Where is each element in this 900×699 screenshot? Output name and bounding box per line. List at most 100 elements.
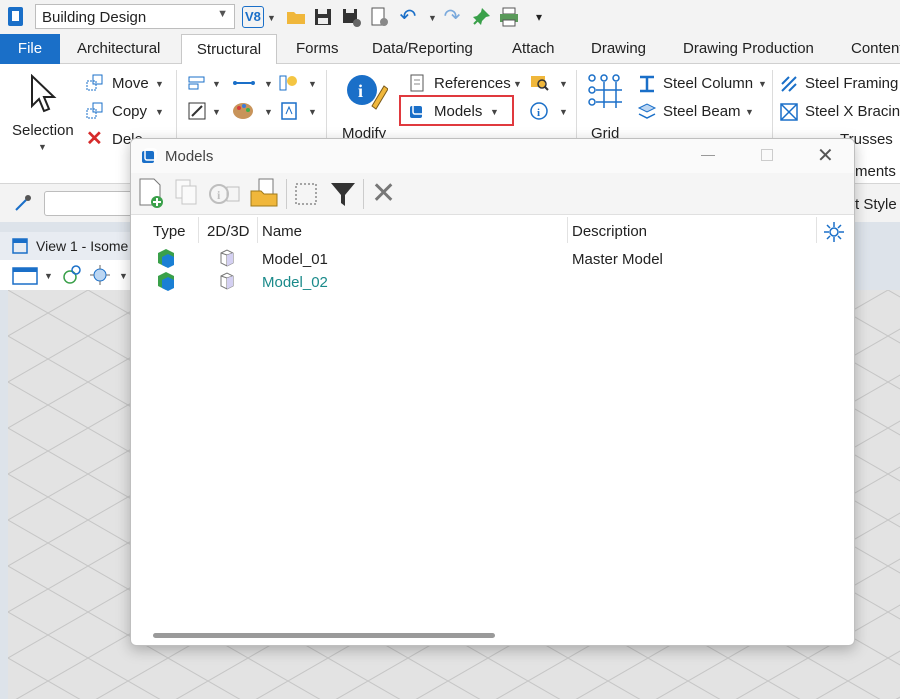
tab-structural[interactable]: Structural bbox=[181, 34, 277, 65]
steel-x-bracing-icon bbox=[779, 102, 798, 121]
chevron-down-icon[interactable]: ▼ bbox=[758, 79, 767, 89]
column-header-2d3d[interactable]: 2D/3D bbox=[207, 223, 250, 240]
eyedropper-icon[interactable] bbox=[12, 192, 34, 214]
column-separator bbox=[567, 217, 568, 243]
chevron-down-icon[interactable]: ▼ bbox=[212, 107, 221, 117]
line-measure-icon[interactable] bbox=[232, 74, 255, 92]
column-header-description[interactable]: Description bbox=[572, 223, 647, 240]
tab-architectural[interactable]: Architectural bbox=[71, 34, 166, 64]
select-all-icon[interactable] bbox=[293, 181, 319, 207]
steel-beam-button[interactable]: Steel Beam bbox=[663, 103, 741, 120]
model-properties-icon[interactable]: i bbox=[209, 181, 241, 207]
tab-data-reporting[interactable]: Data/Reporting bbox=[366, 34, 479, 64]
chevron-down-icon[interactable]: ▼ bbox=[44, 271, 53, 281]
import-model-icon[interactable] bbox=[249, 177, 281, 209]
filter-icon[interactable] bbox=[329, 179, 357, 209]
tool-input-field[interactable] bbox=[44, 191, 144, 216]
chevron-down-icon[interactable]: ▼ bbox=[119, 271, 128, 281]
delete-model-icon[interactable]: ✕ bbox=[371, 179, 399, 209]
redo-icon[interactable]: ↷ bbox=[441, 6, 463, 28]
tab-content[interactable]: Content bbox=[845, 34, 900, 64]
scale-icon[interactable] bbox=[188, 102, 206, 120]
search-icon[interactable] bbox=[530, 74, 549, 92]
model-description: Master Model bbox=[572, 251, 663, 268]
chevron-down-icon[interactable]: ▼ bbox=[428, 13, 437, 23]
selection-label: Selection bbox=[12, 122, 74, 139]
chevron-down-icon[interactable]: ▼ bbox=[559, 79, 568, 89]
chevron-down-icon[interactable]: ▼ bbox=[155, 107, 164, 117]
steel-beam-icon bbox=[637, 102, 657, 120]
close-icon[interactable]: ✕ bbox=[817, 143, 837, 167]
new-model-icon[interactable] bbox=[137, 177, 165, 209]
references-button[interactable]: References bbox=[434, 75, 511, 92]
chevron-down-icon[interactable]: ▼ bbox=[212, 79, 221, 89]
open-folder-icon[interactable] bbox=[285, 6, 307, 28]
chevron-down-icon[interactable]: ▼ bbox=[267, 13, 276, 23]
undo-icon[interactable]: ↶ bbox=[397, 6, 419, 28]
v8-icon[interactable]: V8 bbox=[242, 6, 264, 28]
version-label: V8 bbox=[245, 9, 261, 24]
move-button[interactable]: Move bbox=[112, 75, 149, 92]
move-icon bbox=[86, 74, 104, 92]
steel-x-bracing-button[interactable]: Steel X Bracing bbox=[805, 103, 900, 120]
maximize-button[interactable] bbox=[761, 149, 773, 161]
minimize-button[interactable] bbox=[701, 155, 715, 156]
steel-column-button[interactable]: Steel Column bbox=[663, 75, 753, 92]
tab-attach[interactable]: Attach bbox=[506, 34, 561, 64]
pin-icon[interactable] bbox=[470, 6, 492, 28]
chevron-down-icon[interactable]: ▼ bbox=[308, 107, 317, 117]
print-icon[interactable] bbox=[498, 6, 520, 28]
properties-icon[interactable] bbox=[368, 6, 390, 28]
steel-column-icon bbox=[637, 74, 655, 93]
design-model-icon bbox=[155, 270, 177, 292]
lightbulb-icon[interactable] bbox=[278, 74, 297, 92]
column-separator bbox=[198, 217, 199, 243]
save-icon[interactable] bbox=[312, 6, 334, 28]
chevron-down-icon[interactable]: ▼ bbox=[745, 107, 754, 117]
design-model-icon bbox=[155, 247, 177, 269]
chevron-down-icon[interactable]: ▼ bbox=[513, 79, 522, 89]
dimension-icon[interactable] bbox=[188, 74, 206, 92]
toolbar-separator bbox=[363, 179, 364, 209]
horizontal-scrollbar[interactable] bbox=[153, 633, 495, 638]
table-row[interactable]: Model_01 Master Model bbox=[131, 247, 854, 270]
info-icon[interactable]: i bbox=[530, 102, 548, 120]
chevron-down-icon[interactable]: ▼ bbox=[264, 107, 273, 117]
tab-drawing-production[interactable]: Drawing Production bbox=[677, 34, 820, 64]
tab-drawing[interactable]: Drawing bbox=[585, 34, 652, 64]
copy-button[interactable]: Copy bbox=[112, 103, 147, 120]
grid-button[interactable]: Grid bbox=[584, 70, 630, 142]
column-header-type[interactable]: Type bbox=[153, 223, 186, 240]
column-header-name[interactable]: Name bbox=[262, 223, 302, 240]
tab-file[interactable]: File bbox=[0, 34, 60, 64]
save-settings-icon[interactable] bbox=[340, 6, 362, 28]
chevron-down-icon[interactable]: ▼ bbox=[559, 107, 568, 117]
selection-button[interactable]: Selection ▼ bbox=[8, 70, 80, 160]
chevron-down-icon[interactable]: ▼ bbox=[155, 79, 164, 89]
view-frame bbox=[855, 222, 900, 290]
palette-icon[interactable] bbox=[232, 101, 253, 119]
chevron-down-icon[interactable]: ▼ bbox=[264, 79, 273, 89]
table-row[interactable]: Model_02 bbox=[131, 270, 854, 293]
column-settings-icon[interactable] bbox=[823, 221, 845, 243]
chevron-down-icon[interactable]: ▼ bbox=[308, 79, 317, 89]
svg-text:i: i bbox=[217, 188, 221, 202]
copy-model-icon[interactable] bbox=[173, 178, 201, 208]
document-link-icon[interactable] bbox=[280, 102, 298, 120]
steel-framing-button[interactable]: Steel Framing bbox=[805, 75, 898, 92]
view-toolbar: ▼ ▼ bbox=[0, 260, 140, 290]
steel-framing-icon bbox=[779, 74, 797, 92]
modify-button[interactable]: i Modify bbox=[334, 70, 396, 142]
more-icon[interactable]: ▾ bbox=[528, 6, 550, 28]
chevron-down-icon: ▼ bbox=[38, 142, 47, 152]
display-style-icon[interactable] bbox=[60, 264, 120, 286]
title-bar: Building Design ▼ V8 ▼ ↶ ▼ ↷ ▾ bbox=[0, 0, 900, 34]
view-icon bbox=[12, 238, 28, 254]
app-icon[interactable] bbox=[6, 6, 26, 28]
tab-forms[interactable]: Forms bbox=[290, 34, 345, 64]
workspace-dropdown[interactable]: Building Design ▼ bbox=[35, 4, 235, 29]
toolbar-separator bbox=[286, 179, 287, 209]
view-attributes-icon[interactable] bbox=[12, 266, 40, 286]
chevron-down-icon: ▼ bbox=[217, 8, 228, 20]
highlight-box bbox=[399, 95, 514, 126]
